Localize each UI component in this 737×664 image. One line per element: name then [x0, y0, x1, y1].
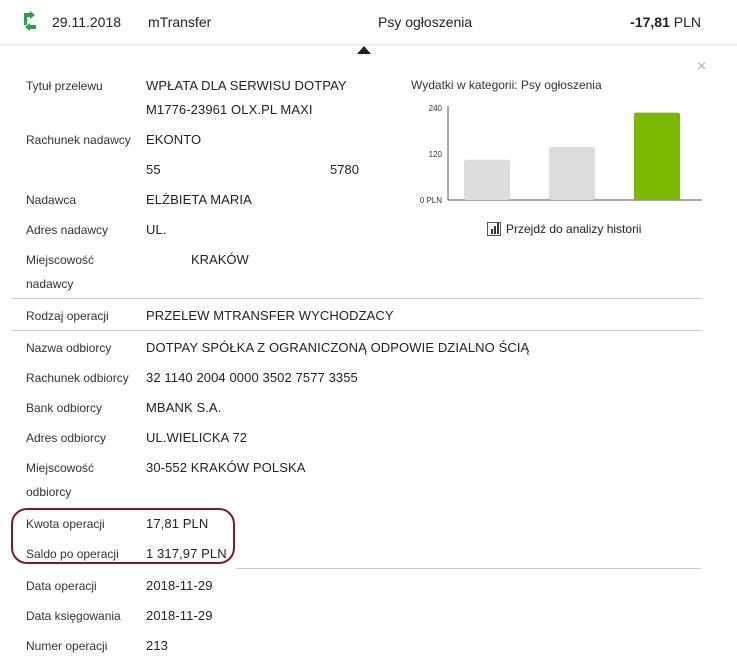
sender-value: ELŻBIETA MARIA [146, 192, 252, 207]
recipient-bank-label: Bank odbiorcy [26, 401, 103, 415]
booking-date-label: Data księgowania [26, 609, 121, 623]
close-icon[interactable]: × [697, 58, 706, 76]
transaction-type: mTransfer [148, 14, 212, 30]
ytick-120: 120 [429, 150, 443, 159]
sender-city-label: Miejscowość [26, 253, 95, 267]
recipient-city-label: Miejscowość [26, 461, 95, 475]
category-spending-chart: 240 120 0 PLN [420, 104, 702, 205]
sender-account-label: Rachunek nadawcy [26, 133, 131, 147]
operation-type-value: PRZELEW MTRANSFER WYCHODZACY [146, 308, 394, 323]
sender-account-type: EKONTO [146, 132, 202, 147]
operation-date-value: 2018-11-29 [146, 578, 213, 593]
recipient-name-label: Nazwa odbiorcy [26, 341, 112, 355]
recipient-name-value: DOTPAY SPÓŁKA Z OGRANICZONĄ ODPOWIE DZIA… [146, 340, 530, 355]
amount-number: -17,81 [630, 14, 670, 30]
chart-bar-3[interactable] [634, 112, 680, 200]
title-label: Tytuł przelewu [26, 79, 103, 93]
operation-number-label: Numer operacji [26, 639, 108, 653]
sender-account-number-end: 5780 [330, 162, 359, 177]
ytick-0: 0 PLN [420, 196, 442, 205]
recipient-address-value: UL.WIELICKA 72 [146, 430, 248, 445]
recipient-bank-value: MBANK S.A. [146, 400, 222, 415]
divider [236, 568, 701, 569]
amount-currency: PLN [673, 14, 701, 30]
sender-city-label-line2: nadawcy [26, 277, 74, 291]
history-analysis-label: Przejdź do analizy historii [506, 222, 642, 236]
chart-bar-2[interactable] [549, 147, 595, 200]
sender-label: Nadawca [26, 193, 77, 207]
transfer-arrows-icon [24, 11, 36, 31]
divider [12, 298, 701, 299]
sender-account-number-start: 55 [146, 162, 161, 177]
chart-title: Wydatki w kategorii: Psy ogłoszenia [411, 78, 602, 92]
booking-date-value: 2018-11-29 [146, 608, 213, 623]
divider [12, 330, 701, 331]
sender-address-label: Adres nadawcy [26, 223, 109, 237]
recipient-city-label-line2: odbiorcy [26, 485, 72, 499]
sender-address-value: UL. [146, 222, 167, 237]
operation-number-value: 213 [146, 638, 168, 653]
title-value-line2: M1776-23961 OLX.PL MAXI [146, 102, 313, 117]
chart-bar-1[interactable] [464, 159, 510, 200]
transaction-header[interactable]: 29.11.2018 mTransfer Psy ogłoszenia -17,… [0, 0, 737, 45]
operation-type-label: Rodzaj operacji [26, 309, 109, 323]
transaction-amount: -17,81 PLN [630, 14, 701, 30]
expand-pointer-icon [357, 46, 371, 54]
recipient-city-value: 30-552 KRAKÓW POLSKA [146, 460, 306, 475]
title-value-line1: WPŁATA DLA SERWISU DOTPAY [146, 78, 347, 93]
recipient-account-value: 32 1140 2004 0000 3502 7577 3355 [146, 370, 358, 385]
bar-chart-icon [487, 222, 501, 236]
history-analysis-link[interactable]: Przejdź do analizy historii [487, 222, 641, 236]
highlight-outline [11, 508, 235, 564]
recipient-account-label: Rachunek odbiorcy [26, 371, 129, 385]
sender-city-value: KRAKÓW [191, 252, 249, 267]
transaction-category: Psy ogłoszenia [378, 14, 473, 30]
transaction-date: 29.11.2018 [52, 14, 122, 30]
recipient-address-label: Adres odbiorcy [26, 431, 107, 445]
operation-date-label: Data operacji [26, 579, 97, 593]
ytick-240: 240 [429, 104, 443, 113]
